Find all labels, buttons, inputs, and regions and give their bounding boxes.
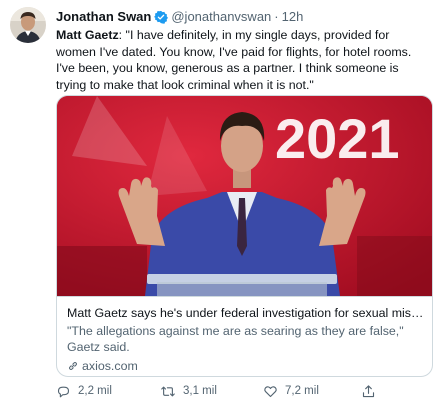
retweet-button[interactable]: 3,1 mil <box>160 382 217 400</box>
tweet-actions: 2,2 mil 3,1 mil 7,2 mil <box>56 382 386 400</box>
card-description: "The allegations against me are as seari… <box>67 324 404 354</box>
tweet-timestamp[interactable]: 12h <box>282 9 304 25</box>
card-image[interactable]: 2021 <box>57 96 432 296</box>
header-separator: · <box>274 9 279 24</box>
tweet[interactable]: Jonathan Swan @jonathanvswan · 12h Matt … <box>0 0 444 404</box>
share-button[interactable] <box>361 382 376 400</box>
card-title[interactable]: Matt Gaetz says he's under federal inves… <box>67 305 424 321</box>
reply-count: 2,2 mil <box>78 385 112 397</box>
card-text[interactable]: Matt Gaetz says he's under federal inves… <box>57 296 432 376</box>
retweet-icon <box>161 386 175 396</box>
retweet-count: 3,1 mil <box>183 385 217 397</box>
author-handle[interactable]: @jonathanvswan <box>171 9 271 25</box>
reply-icon <box>57 386 70 397</box>
link-card[interactable]: 2021 Matt Gaetz says he's under federal … <box>56 95 433 377</box>
card-domain-text: axios.com <box>82 359 138 373</box>
author-avatar[interactable] <box>10 7 46 43</box>
tweet-text: Matt Gaetz: "I have definitely, in my si… <box>56 27 432 93</box>
card-domain[interactable]: axios.com <box>67 358 424 374</box>
link-icon <box>69 362 77 370</box>
card-image-text: 2021 <box>275 107 400 170</box>
tweet-header: Jonathan Swan @jonathanvswan · 12h <box>56 9 303 25</box>
verified-badge-icon <box>154 10 169 24</box>
heart-icon <box>264 385 277 397</box>
author-name[interactable]: Jonathan Swan <box>56 9 151 25</box>
like-count: 7,2 mil <box>285 385 319 397</box>
like-button[interactable]: 7,2 mil <box>263 382 319 400</box>
quoted-speaker: Matt Gaetz <box>56 28 119 42</box>
reply-button[interactable]: 2,2 mil <box>56 382 112 400</box>
share-icon <box>362 384 375 397</box>
